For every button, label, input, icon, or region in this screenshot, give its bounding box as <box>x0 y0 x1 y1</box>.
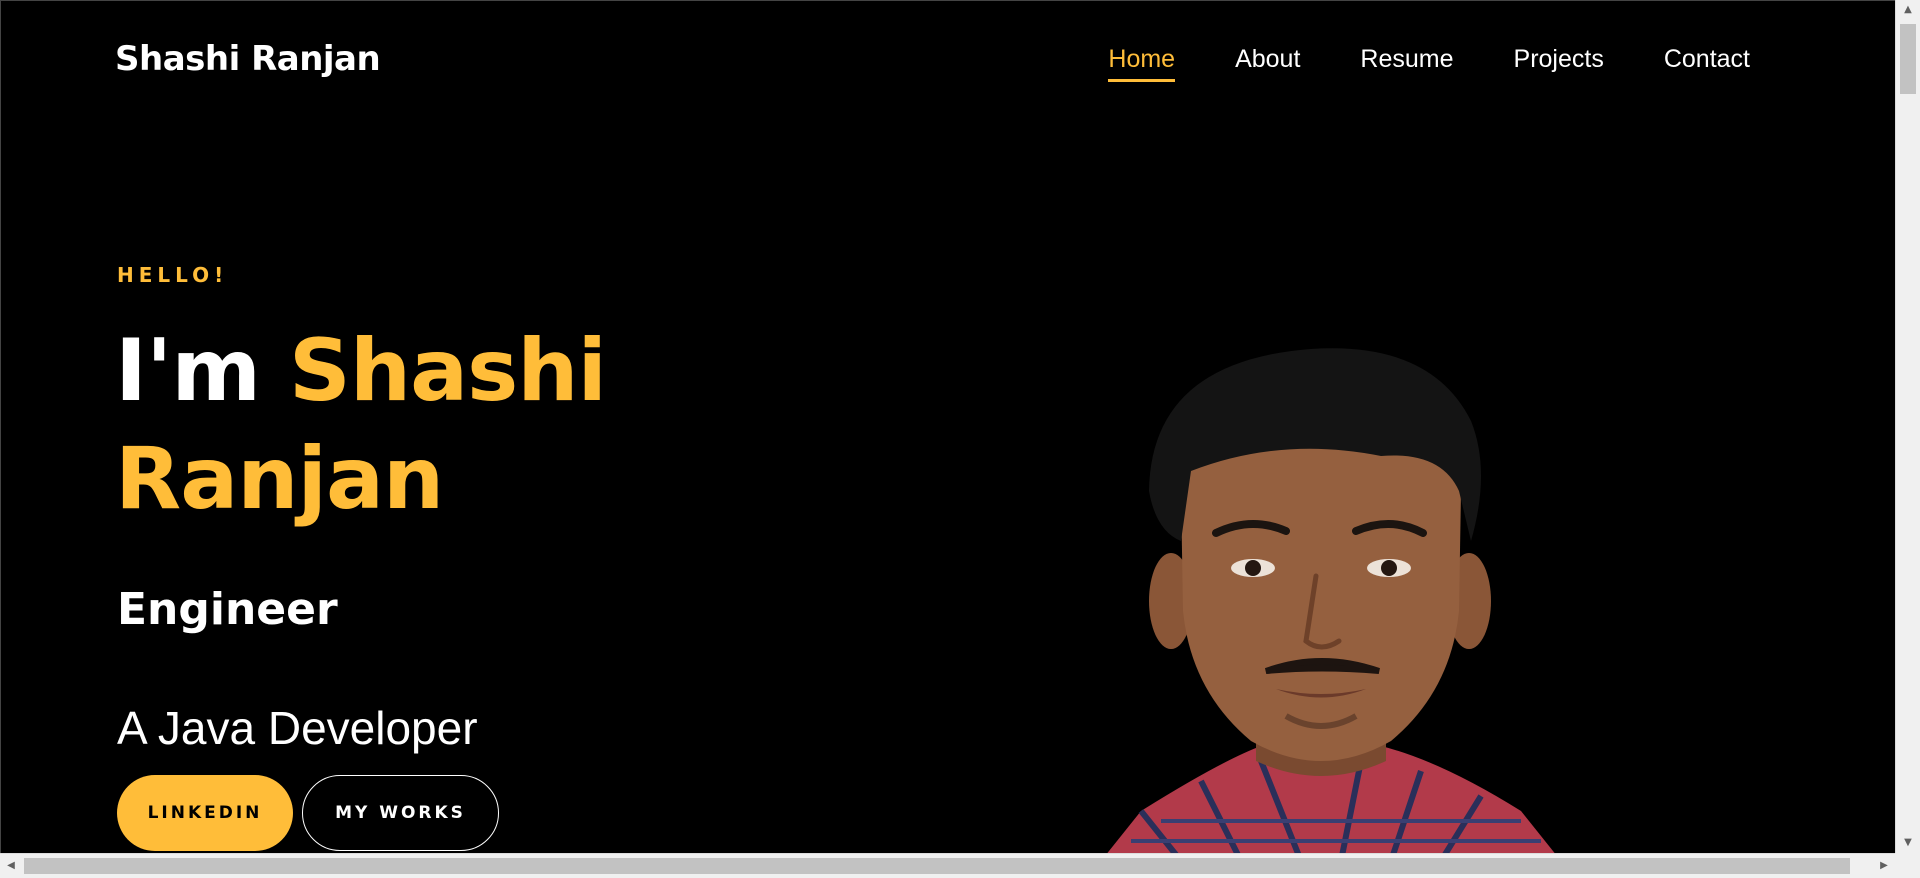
hero-role: Engineer <box>117 584 338 635</box>
hero-headline: I'm Shashi Ranjan <box>115 317 715 533</box>
hero-greeting: HELLO! <box>117 263 229 287</box>
scroll-up-icon[interactable]: ▲ <box>1896 0 1920 20</box>
scroll-left-icon[interactable]: ◀ <box>0 854 22 878</box>
my-works-button[interactable]: MY WORKS <box>302 775 499 851</box>
vertical-scrollbar[interactable]: ▲ ▼ <box>1895 0 1920 853</box>
main-nav: Home About Resume Projects Contact <box>1048 45 1750 82</box>
nav-resume[interactable]: Resume <box>1360 45 1453 82</box>
page-viewport: Shashi Ranjan Home About Resume Projects… <box>0 0 1895 853</box>
nav-about[interactable]: About <box>1235 45 1300 82</box>
hero-subtitle: A Java Developer <box>117 702 478 754</box>
scroll-down-icon[interactable]: ▼ <box>1896 833 1920 853</box>
nav-home[interactable]: Home <box>1108 45 1175 82</box>
scrollbar-corner <box>1895 853 1920 878</box>
site-logo[interactable]: Shashi Ranjan <box>115 39 381 79</box>
horizontal-scroll-thumb[interactable] <box>24 858 1850 874</box>
nav-contact[interactable]: Contact <box>1664 45 1750 82</box>
linkedin-button[interactable]: LINKEDIN <box>117 775 293 851</box>
nav-projects[interactable]: Projects <box>1514 45 1604 82</box>
vertical-scroll-thumb[interactable] <box>1900 24 1916 94</box>
scroll-right-icon[interactable]: ▶ <box>1873 854 1895 878</box>
hero-intro: I'm <box>115 321 261 421</box>
profile-photo <box>1107 348 1555 853</box>
horizontal-scrollbar[interactable]: ◀ ▶ <box>0 853 1895 878</box>
